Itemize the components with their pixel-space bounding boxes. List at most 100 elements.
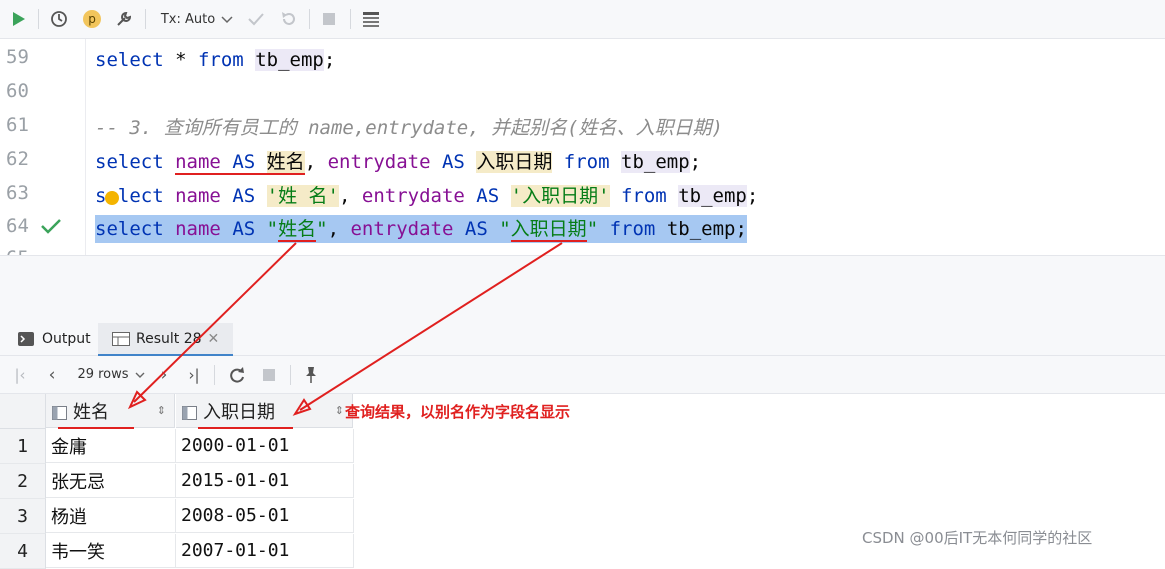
keyword-from: from — [620, 185, 667, 207]
keyword-select: select — [95, 218, 164, 240]
cell-date[interactable]: 2008-05-01 — [176, 499, 354, 533]
column-header-label: 入职日期 — [203, 401, 275, 423]
field-name: name — [175, 218, 221, 240]
line-number: 65 — [6, 247, 46, 255]
annotation-text: 查询结果，以别名作为字段名显示 — [345, 403, 571, 421]
field-entrydate: entrydate — [350, 218, 454, 240]
cell-name[interactable]: 金庸 — [46, 429, 176, 463]
row-number: 3 — [0, 499, 46, 534]
toolbar-separator — [309, 9, 310, 29]
chevron-down-icon — [135, 372, 145, 378]
keyword-select: select — [95, 151, 164, 173]
semicolon: ; — [746, 185, 759, 207]
transaction-mode-label: Tx: Auto — [160, 11, 216, 27]
code-line-64-selected[interactable]: select name AS "姓名", entrydate AS "入职日期"… — [95, 215, 747, 243]
cell-name[interactable]: 韦一笑 — [46, 534, 176, 568]
alias-entrydate: 入职日期 — [476, 151, 553, 173]
transaction-mode-select[interactable]: Tx: Auto — [160, 0, 234, 38]
quote: " — [499, 218, 511, 240]
last-page-icon[interactable]: ›| — [184, 356, 204, 393]
keyword-as: AS — [441, 151, 465, 173]
row-count-label: 29 rows — [77, 367, 129, 382]
result-toolbar: |‹ ‹ 29 rows › ›| — [0, 356, 1165, 394]
cell-date[interactable]: 2007-01-01 — [176, 534, 354, 568]
table-view-icon[interactable] — [360, 0, 382, 38]
first-page-icon[interactable]: |‹ — [10, 356, 30, 393]
line-number: 62 — [6, 148, 29, 170]
line-number: 60 — [6, 80, 29, 102]
sort-icon[interactable]: ⇕ — [335, 404, 344, 417]
table-name: tb_emp — [621, 151, 690, 173]
p-badge-icon[interactable]: p — [81, 0, 103, 38]
code-line-63[interactable]: select name AS '姓 名', entrydate AS '入职日期… — [95, 182, 758, 210]
stop-icon[interactable] — [318, 0, 340, 38]
toolbar-separator — [145, 9, 146, 29]
next-page-icon[interactable]: › — [154, 356, 174, 393]
run-icon[interactable] — [8, 0, 30, 38]
line-number: 61 — [6, 114, 29, 136]
row-number: 2 — [0, 464, 46, 499]
line-gutter: 59 60 61 62 63 64 65 — [0, 39, 86, 255]
code-line-62[interactable]: select name AS 姓名, entrydate AS 入职日期 fro… — [95, 148, 701, 176]
toolbar-separator — [290, 365, 291, 385]
column-header-entrydate[interactable]: 入职日期 ⇕ — [176, 394, 353, 428]
row-count-select[interactable]: 29 rows — [74, 356, 148, 393]
intention-bulb-icon[interactable] — [105, 191, 119, 205]
keyword-from: from — [609, 218, 656, 240]
column-icon — [52, 404, 67, 420]
keyword-as: AS — [232, 185, 256, 207]
rollback-icon[interactable] — [278, 0, 300, 38]
alias-name-string: '姓 名' — [266, 185, 339, 207]
toolbar-separator — [350, 9, 351, 29]
semicolon: ; — [323, 49, 336, 71]
keyword-from: from — [563, 151, 610, 173]
wrench-icon[interactable] — [113, 0, 135, 38]
quote: " — [316, 218, 328, 240]
field-entrydate: entrydate — [361, 185, 465, 207]
services-tab-bar: Output Result 28 ✕ — [0, 323, 1165, 356]
code-line-59[interactable]: select * from tb_emp; — [95, 46, 335, 74]
keyword-as: AS — [464, 218, 488, 240]
code-line-61-comment[interactable]: -- 3. 查询所有员工的 name,entrydate, 并起别名(姓名、入职… — [95, 114, 723, 142]
column-icon — [182, 404, 197, 420]
header-underline-name — [58, 427, 134, 429]
keyword-as: AS — [232, 151, 256, 173]
table-name: tb_emp — [255, 49, 324, 71]
toolbar-separator — [214, 365, 215, 385]
line-number: 63 — [6, 182, 29, 204]
pin-icon[interactable] — [300, 356, 322, 393]
history-icon[interactable] — [48, 0, 70, 38]
cell-date[interactable]: 2000-01-01 — [176, 429, 354, 463]
keyword-as: AS — [476, 185, 500, 207]
tab-result[interactable]: Result 28 ✕ — [98, 323, 234, 356]
cell-name[interactable]: 张无忌 — [46, 464, 176, 498]
table-icon — [112, 331, 130, 346]
header-underline-entrydate — [198, 427, 293, 429]
refresh-icon[interactable] — [226, 356, 248, 393]
tab-output[interactable]: Output — [18, 323, 91, 354]
line-number: 59 — [6, 46, 29, 68]
sort-icon[interactable]: ⇕ — [157, 404, 166, 417]
row-number: 1 — [0, 429, 46, 464]
commit-icon[interactable] — [245, 0, 267, 38]
keyword-from: from — [197, 49, 244, 71]
prev-page-icon[interactable]: ‹ — [42, 356, 62, 393]
column-header-name[interactable]: 姓名 ⇕ — [46, 394, 175, 428]
close-tab-icon[interactable]: ✕ — [208, 331, 220, 347]
check-icon — [40, 217, 62, 239]
sql-editor[interactable]: 59 60 61 62 63 64 65 select * from tb_em… — [0, 39, 1165, 255]
alias-entrydate-quoted: 入职日期 — [510, 218, 587, 242]
column-header-label: 姓名 — [73, 401, 109, 423]
stop-query-icon[interactable] — [258, 356, 280, 393]
p-badge-label: p — [83, 10, 101, 28]
panel-splitter[interactable] — [0, 289, 1165, 323]
field-name: name — [175, 151, 221, 173]
editor-toolbar: p Tx: Auto — [0, 0, 1165, 39]
alias-entrydate-string: '入职日期' — [510, 185, 610, 207]
cell-name[interactable]: 杨逍 — [46, 499, 176, 533]
tab-result-label: Result 28 — [136, 330, 202, 347]
comma: , — [327, 218, 351, 240]
star-token: * — [163, 49, 198, 71]
cell-date[interactable]: 2015-01-01 — [176, 464, 354, 498]
